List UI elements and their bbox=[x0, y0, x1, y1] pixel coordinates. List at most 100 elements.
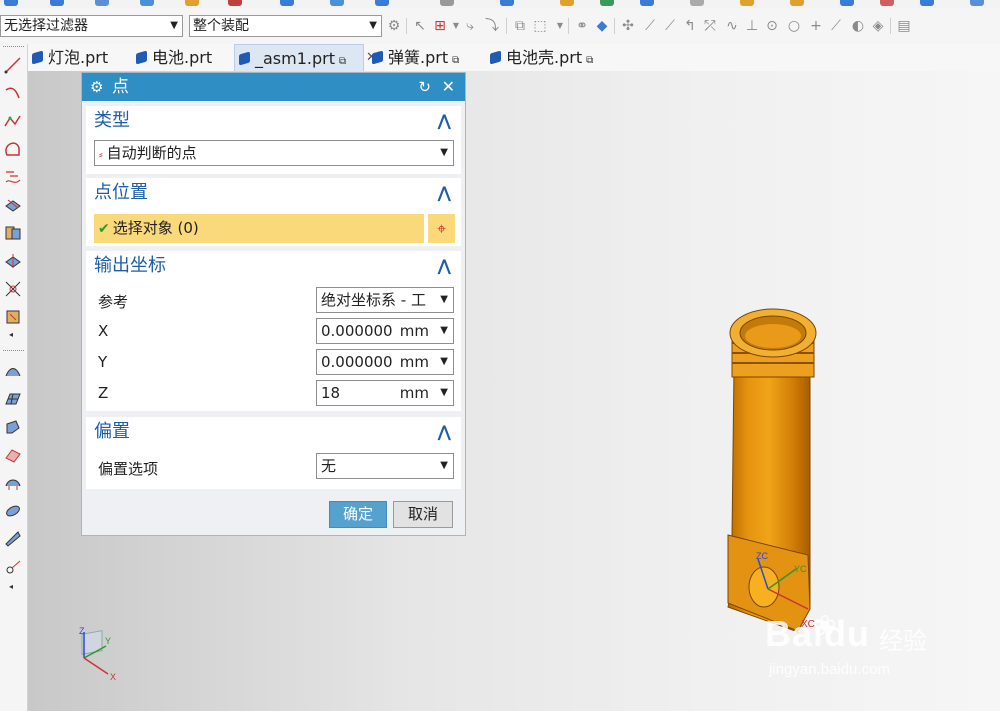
part-file-icon bbox=[136, 50, 147, 65]
rectangle-select-icon[interactable]: ⬚ bbox=[532, 18, 548, 34]
z-axis-label: Z bbox=[79, 626, 85, 636]
feature-select-icon[interactable]: ⤷ bbox=[462, 18, 478, 34]
z-coordinate-input[interactable]: 18 mm ▼ bbox=[316, 380, 454, 406]
through-curve-mesh-icon[interactable] bbox=[4, 390, 22, 408]
solid-body-icon[interactable]: ◆ bbox=[594, 18, 610, 34]
check-icon: ✔ bbox=[98, 221, 110, 237]
left-toolbar: ◂ ◂ bbox=[0, 44, 28, 711]
chevron-down-icon[interactable]: ▼ bbox=[552, 18, 568, 34]
y-coordinate-input[interactable]: 0.000000 mm ▼ bbox=[316, 349, 454, 375]
collapse-icon[interactable]: ⋀ bbox=[438, 417, 451, 447]
y-label: Y bbox=[98, 353, 108, 371]
through-curves-icon[interactable] bbox=[4, 362, 22, 380]
select-point-icon[interactable]: ⊞ bbox=[432, 18, 448, 34]
arc-icon[interactable] bbox=[4, 84, 22, 102]
yc-axis-label: YC bbox=[794, 564, 807, 574]
output-coordinates-header[interactable]: 输出坐标 ⋀ bbox=[86, 251, 461, 281]
select-object-row[interactable]: ✔ 选择对象 (0) bbox=[94, 214, 424, 243]
reset-icon[interactable]: ↻ bbox=[418, 73, 431, 101]
quadrant-snap-icon[interactable]: ○ bbox=[786, 18, 802, 34]
toolbar-divider bbox=[568, 18, 569, 34]
assembly-scope-select[interactable]: 整个装配 ▼ bbox=[189, 15, 382, 37]
expand-left-icon[interactable]: ◂ bbox=[9, 330, 13, 339]
snap-settings-icon[interactable]: ⚙ bbox=[386, 18, 402, 34]
body-select-icon[interactable]: ⤵ bbox=[484, 18, 500, 34]
reference-select[interactable]: 绝对坐标系 - 工 ▼ bbox=[316, 287, 454, 313]
midpoint-snap-icon[interactable]: ⟋ bbox=[662, 18, 678, 34]
arc-center-snap-icon[interactable]: ⊙ bbox=[764, 18, 780, 34]
point-type-value: 自动判断的点 bbox=[106, 144, 197, 162]
variational-sweep-icon[interactable] bbox=[4, 446, 22, 464]
point-location-header[interactable]: 点位置 ⋀ bbox=[86, 178, 461, 208]
component-select-icon[interactable]: ⚭ bbox=[574, 18, 590, 34]
battery-case-part-model[interactable]: XC YC ZC bbox=[718, 297, 858, 647]
zc-axis-label: ZC bbox=[756, 551, 768, 561]
select-object-label: 选择对象 (0) bbox=[112, 219, 199, 237]
tab-light-bulb-part[interactable]: 灯泡.prt bbox=[32, 44, 108, 71]
trim-curve-icon[interactable] bbox=[4, 280, 22, 298]
tangent-snap-icon[interactable]: ⊥ bbox=[744, 18, 760, 34]
z-value: 18 bbox=[321, 384, 341, 402]
type-section-header[interactable]: 类型 ⋀ bbox=[86, 106, 461, 136]
toolbar-options-icon[interactable]: ▤ bbox=[896, 18, 912, 34]
crosshair-icon: ⌖ bbox=[436, 219, 446, 238]
point-on-face-snap-icon[interactable]: ◐ bbox=[850, 18, 866, 34]
toolbar-divider bbox=[614, 18, 615, 34]
tab-spring-part[interactable]: 弹簧.prt ⧉ bbox=[372, 44, 459, 71]
tab-asm1-part[interactable]: _asm1.prt ⧉ bbox=[234, 44, 364, 71]
tab-battery-case-part[interactable]: 电池壳.prt ⧉ bbox=[490, 44, 593, 71]
collapse-icon[interactable]: ⋀ bbox=[438, 106, 451, 136]
dialog-title: 点 bbox=[112, 77, 129, 97]
offset-option-select[interactable]: 无 ▼ bbox=[316, 453, 454, 479]
paw-icon: ❀ bbox=[813, 609, 837, 642]
swept-icon[interactable] bbox=[4, 418, 22, 436]
point-snap-icon[interactable]: ↖ bbox=[412, 18, 428, 34]
selection-filter-select[interactable]: 无选择过滤器 ▼ bbox=[0, 15, 183, 37]
point-type-select[interactable]: ⸗ 自动判断的点 ▼ bbox=[94, 140, 454, 166]
existing-point-snap-icon[interactable]: + bbox=[808, 18, 824, 34]
close-icon[interactable]: ✕ bbox=[442, 73, 455, 101]
z-label: Z bbox=[98, 384, 109, 402]
control-point-snap-icon[interactable]: ↰ bbox=[682, 18, 698, 34]
gear-icon[interactable]: ⚙ bbox=[90, 73, 103, 101]
chevron-down-icon: ▼ bbox=[438, 288, 448, 312]
spline-icon[interactable] bbox=[4, 112, 22, 130]
select-all-icon[interactable]: ⧉ bbox=[512, 18, 528, 34]
bounded-grid-snap-icon[interactable]: ◈ bbox=[870, 18, 886, 34]
unit-label: mm bbox=[396, 381, 429, 405]
x-coordinate-input[interactable]: 0.000000 mm ▼ bbox=[316, 318, 454, 344]
endpoint-snap-icon[interactable]: ⟋ bbox=[642, 18, 658, 34]
project-curve-icon[interactable] bbox=[4, 196, 22, 214]
tab-label: 电池.prt bbox=[152, 48, 213, 67]
line-icon[interactable] bbox=[4, 56, 22, 74]
section-curve-icon[interactable] bbox=[4, 252, 22, 270]
curve-icon[interactable] bbox=[4, 140, 22, 158]
intersection-snap-icon[interactable]: ⤱ bbox=[702, 18, 718, 34]
tube-icon[interactable] bbox=[4, 502, 22, 520]
chevron-down-icon: ▼ bbox=[438, 319, 448, 343]
cancel-button[interactable]: 取消 bbox=[393, 501, 453, 528]
offset-curve-icon[interactable] bbox=[4, 168, 22, 186]
tab-label: 灯泡.prt bbox=[48, 48, 109, 67]
intersection-curve-icon[interactable] bbox=[4, 224, 22, 242]
part-file-icon bbox=[32, 50, 43, 65]
offset-section-header[interactable]: 偏置 ⋀ bbox=[86, 417, 461, 447]
curve-snap-icon[interactable]: ∿ bbox=[724, 18, 740, 34]
chevron-down-icon: ▼ bbox=[170, 20, 178, 31]
extract-curve-icon[interactable] bbox=[4, 308, 22, 326]
dialog-title-bar[interactable]: ⚙ 点 ↻ ✕ bbox=[82, 73, 465, 101]
point-icon[interactable] bbox=[4, 558, 22, 576]
point-constructor-button[interactable]: ⌖ bbox=[428, 214, 455, 243]
ok-button[interactable]: 确定 bbox=[329, 501, 387, 528]
section-surface-icon[interactable] bbox=[4, 474, 22, 492]
point-dialog: ⚙ 点 ↻ ✕ 类型 ⋀ ⸗ 自动判断的点 ▼ 点位置 ⋀ ✔ 选择对象 (0) ⌖… bbox=[81, 72, 466, 536]
chevron-down-icon: ▼ bbox=[438, 381, 448, 405]
ruled-icon[interactable] bbox=[4, 530, 22, 548]
snap-point-icon[interactable]: ✣ bbox=[620, 18, 636, 34]
point-on-curve-snap-icon[interactable]: ⟋ bbox=[828, 18, 844, 34]
collapse-icon[interactable]: ⋀ bbox=[438, 178, 451, 208]
tab-battery-part[interactable]: 电池.prt bbox=[136, 44, 212, 71]
collapse-icon[interactable]: ⋀ bbox=[438, 251, 451, 281]
selection-toolbar: 无选择过滤器 ▼ 整个装配 ▼ ⚙ ↖ ⊞ ▼ ⤷ ⤵ ⧉ ⬚ ▼ ⚭ ◆ ✣ … bbox=[0, 8, 1000, 45]
expand-left-icon[interactable]: ◂ bbox=[9, 582, 13, 591]
